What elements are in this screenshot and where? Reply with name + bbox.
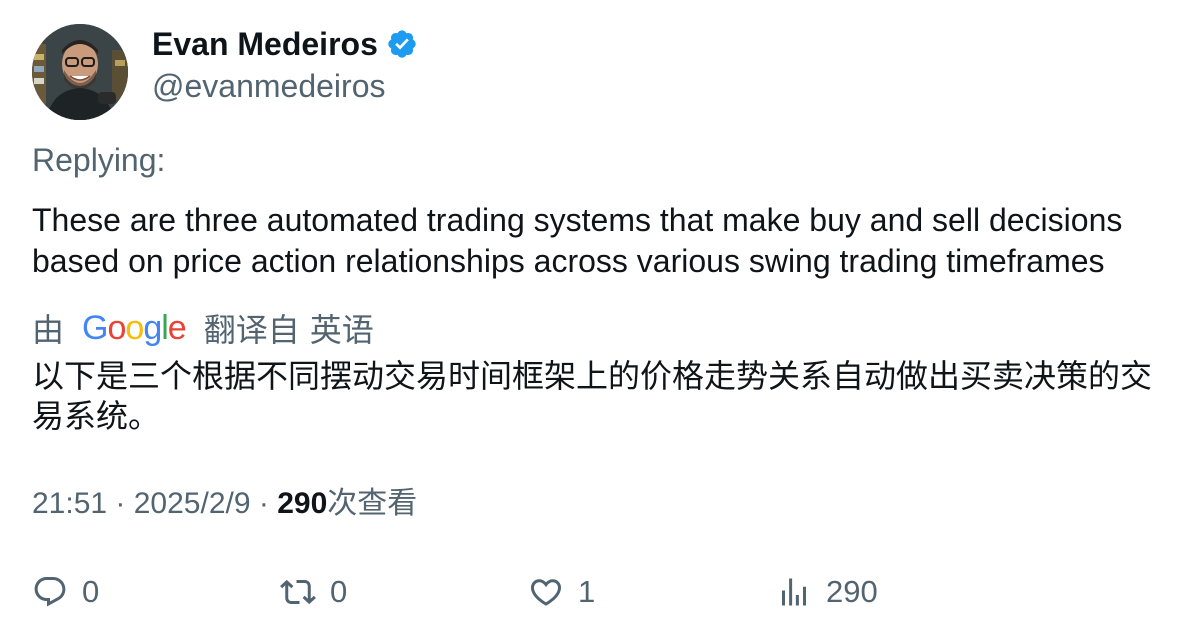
google-logo: Google	[82, 309, 187, 347]
meta-separator: ·	[115, 487, 134, 520]
tweet-text: These are three automated trading system…	[32, 202, 1123, 279]
views-action-count: 290	[826, 574, 878, 609]
avatar[interactable]	[32, 24, 128, 120]
tweet-date[interactable]: 2025/2/9	[134, 487, 251, 520]
tweet-header: Evan Medeiros @evanmedeiros	[32, 24, 418, 120]
bar-chart-icon	[776, 574, 812, 610]
tweet-actions: 0 0 1 290	[32, 570, 932, 614]
verified-badge-icon	[386, 28, 418, 60]
views-button[interactable]: 290	[776, 570, 878, 614]
replying-label: Replying:	[32, 142, 166, 178]
heart-icon	[528, 574, 564, 610]
translation-attribution[interactable]: 由 Google 翻译自 英语	[32, 306, 374, 350]
reply-button[interactable]: 0	[32, 570, 99, 614]
tweet-meta: 21:51 · 2025/2/9 · 290次查看	[32, 484, 417, 524]
like-count: 1	[578, 574, 596, 609]
avatar-image	[32, 24, 128, 120]
translation-from-label: 翻译自	[203, 312, 300, 348]
meta-separator: ·	[258, 487, 278, 520]
translated-text: 以下是三个根据不同摆动交易时间框架上的价格走势关系自动做出买卖决策的交易系统。	[32, 358, 1153, 434]
translation-by-label: 由	[32, 312, 65, 348]
retweet-button[interactable]: 0	[280, 570, 347, 614]
display-name[interactable]: Evan Medeiros	[152, 26, 378, 62]
tweet-time[interactable]: 21:51	[32, 487, 107, 520]
author-names: Evan Medeiros @evanmedeiros	[152, 24, 418, 104]
translation-language: 英语	[309, 312, 374, 348]
retweet-count: 0	[330, 574, 348, 609]
retweet-icon	[280, 574, 316, 610]
views-count: 290	[277, 487, 328, 520]
author-handle[interactable]: @evanmedeiros	[152, 68, 418, 104]
reply-count: 0	[82, 574, 100, 609]
like-button[interactable]: 1	[528, 570, 595, 614]
display-name-row: Evan Medeiros	[152, 24, 418, 64]
views-label: 次查看	[327, 487, 418, 520]
reply-icon	[32, 574, 68, 610]
